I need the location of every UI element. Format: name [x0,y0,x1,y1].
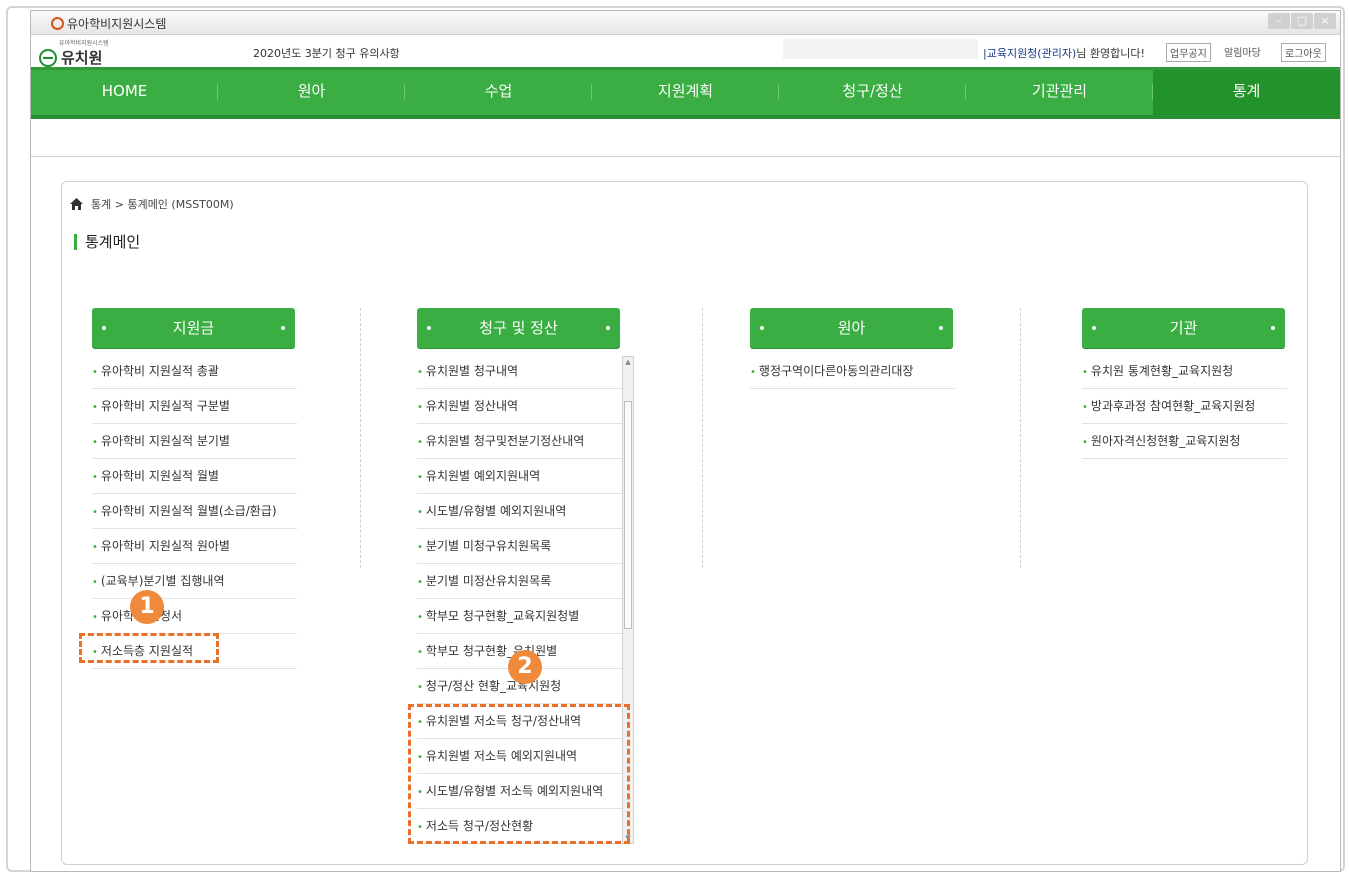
column-header-subsidy: 지원금 [92,308,295,348]
welcome-message: 님 환영합니다! [1076,47,1145,60]
scroll-thumb[interactable] [624,401,632,629]
column-header-billing: 청구 및 정산 [417,308,620,348]
column-title: 기관 [1169,319,1198,337]
stat-link[interactable]: • 유아학비 지원실적 분기별 [92,424,297,459]
stat-link[interactable]: • 유아학비 지원실적 월별 [92,459,297,494]
app-logo-icon [51,17,64,30]
stat-link[interactable]: • 시도별/유형별 예외지원내역 [417,494,622,529]
user-info-box [783,39,978,59]
header: 유아학비지원시스템 유치원 2020년도 3분기 청구 유의사항 |교육지원청(… [31,35,1340,67]
breadcrumb: 통계 > 통계메인 (MSST00M) [70,196,234,212]
column-subsidy: 지원금 • 유아학비 지원실적 총괄 • 유아학비 지원실적 구분별 • 유아학비 지… [92,308,297,669]
stat-link[interactable]: • 유아학비 신청서 [92,599,297,634]
nav-statistics[interactable]: 통계 [1153,70,1340,115]
stat-link[interactable]: • 유아학비 지원실적 구분별 [92,389,297,424]
page-title: 통계메인 [74,234,140,250]
stat-link[interactable]: • 유치원별 청구내역 [417,354,622,389]
maximize-icon[interactable]: □ [1291,13,1313,29]
scroll-up-icon[interactable]: ▲ [624,357,632,367]
stat-link[interactable]: • 유치원별 청구및전분기정산내역 [417,424,622,459]
app-window: 유아학비지원시스템 – □ × 유아학비지원시스템 유치원 2020년도 3분기… [30,10,1341,872]
nav-home[interactable]: HOME [31,70,218,115]
app-title: 유아학비지원시스템 [51,15,166,32]
column-header-institution: 기관 [1082,308,1285,348]
notice-board-button[interactable]: 업무공지 [1166,43,1211,62]
stat-link[interactable]: • 유치원별 정산내역 [417,389,622,424]
minimize-icon[interactable]: – [1268,13,1290,29]
column-title: 청구 및 정산 [479,319,558,337]
column-header-child: 원아 [750,308,953,348]
stat-link[interactable]: • 유치원별 예외지원내역 [417,459,622,494]
nav-support-plan[interactable]: 지원계획 [592,70,779,115]
stat-link[interactable]: • 유아학비 지원실적 월별(소급/환급) [92,494,297,529]
stat-link[interactable]: • 유아학비 지원실적 원아별 [92,529,297,564]
close-icon[interactable]: × [1314,13,1336,29]
stat-link[interactable]: • 학부모 청구현황_교육지원청별 [417,599,622,634]
brand-name: 유치원 [61,49,103,67]
title-bar: 유아학비지원시스템 – □ × [31,11,1340,35]
stat-link[interactable]: • 분기별 미청구유치원목록 [417,529,622,564]
welcome-text: |교육지원청(관리자)님 환영합니다! [983,45,1145,61]
app-title-text: 유아학비지원시스템 [67,17,167,31]
column-title: 지원금 [172,319,215,337]
nav-child[interactable]: 원아 [218,70,405,115]
content-panel: 통계 > 통계메인 (MSST00M) 통계메인 지원금 • 유아학비 지원실적 … [61,181,1308,865]
stat-link[interactable]: • (교육부)분기별 집행내역 [92,564,297,599]
stat-link[interactable]: • 분기별 미정산유치원목록 [417,564,622,599]
brand-subtitle: 유아학비지원시스템 [59,40,109,47]
highlight-box-1 [79,633,219,663]
alarm-button[interactable]: 알림마당 [1221,43,1264,60]
window-controls: – □ × [1267,13,1336,29]
notice-link[interactable]: 2020년도 3분기 청구 유의사항 [253,45,400,61]
home-icon[interactable] [70,198,83,210]
brand-icon [39,48,57,67]
stat-link[interactable]: • 원아자격신청현황_교육지원청 [1082,424,1287,459]
column-divider [702,308,703,568]
column-divider [360,308,361,568]
user-role: |교육지원청(관리자) [983,47,1077,60]
sub-menu-bar [31,119,1340,157]
breadcrumb-text: 통계 > 통계메인 (MSST00M) [91,198,234,211]
nav-billing[interactable]: 청구/정산 [779,70,966,115]
nav-institution[interactable]: 기관관리 [966,70,1153,115]
stat-link[interactable]: • 유아학비 지원실적 총괄 [92,354,297,389]
highlight-box-2 [408,704,630,844]
main-nav: HOME 원아 수업 지원계획 청구/정산 기관관리 통계 [31,67,1340,119]
step-badge-2: 2 [508,650,542,684]
column-title: 원아 [837,319,866,337]
logout-button[interactable]: 로그아웃 [1281,43,1326,62]
stat-link[interactable]: • 행정구역이다른아동의관리대장 [750,354,955,389]
column-institution: 기관 • 유치원 통계현황_교육지원청 • 방과후과정 참여현황_교육지원청 • 원아… [1082,308,1287,459]
step-badge-1: 1 [130,590,164,624]
stat-link[interactable]: • 유치원 통계현황_교육지원청 [1082,354,1287,389]
column-child: 원아 • 행정구역이다른아동의관리대장 [750,308,955,389]
brand-logo[interactable]: 유아학비지원시스템 유치원 [39,38,109,68]
stat-link[interactable]: • 방과후과정 참여현황_교육지원청 [1082,389,1287,424]
column-divider [1020,308,1021,568]
nav-class[interactable]: 수업 [405,70,592,115]
